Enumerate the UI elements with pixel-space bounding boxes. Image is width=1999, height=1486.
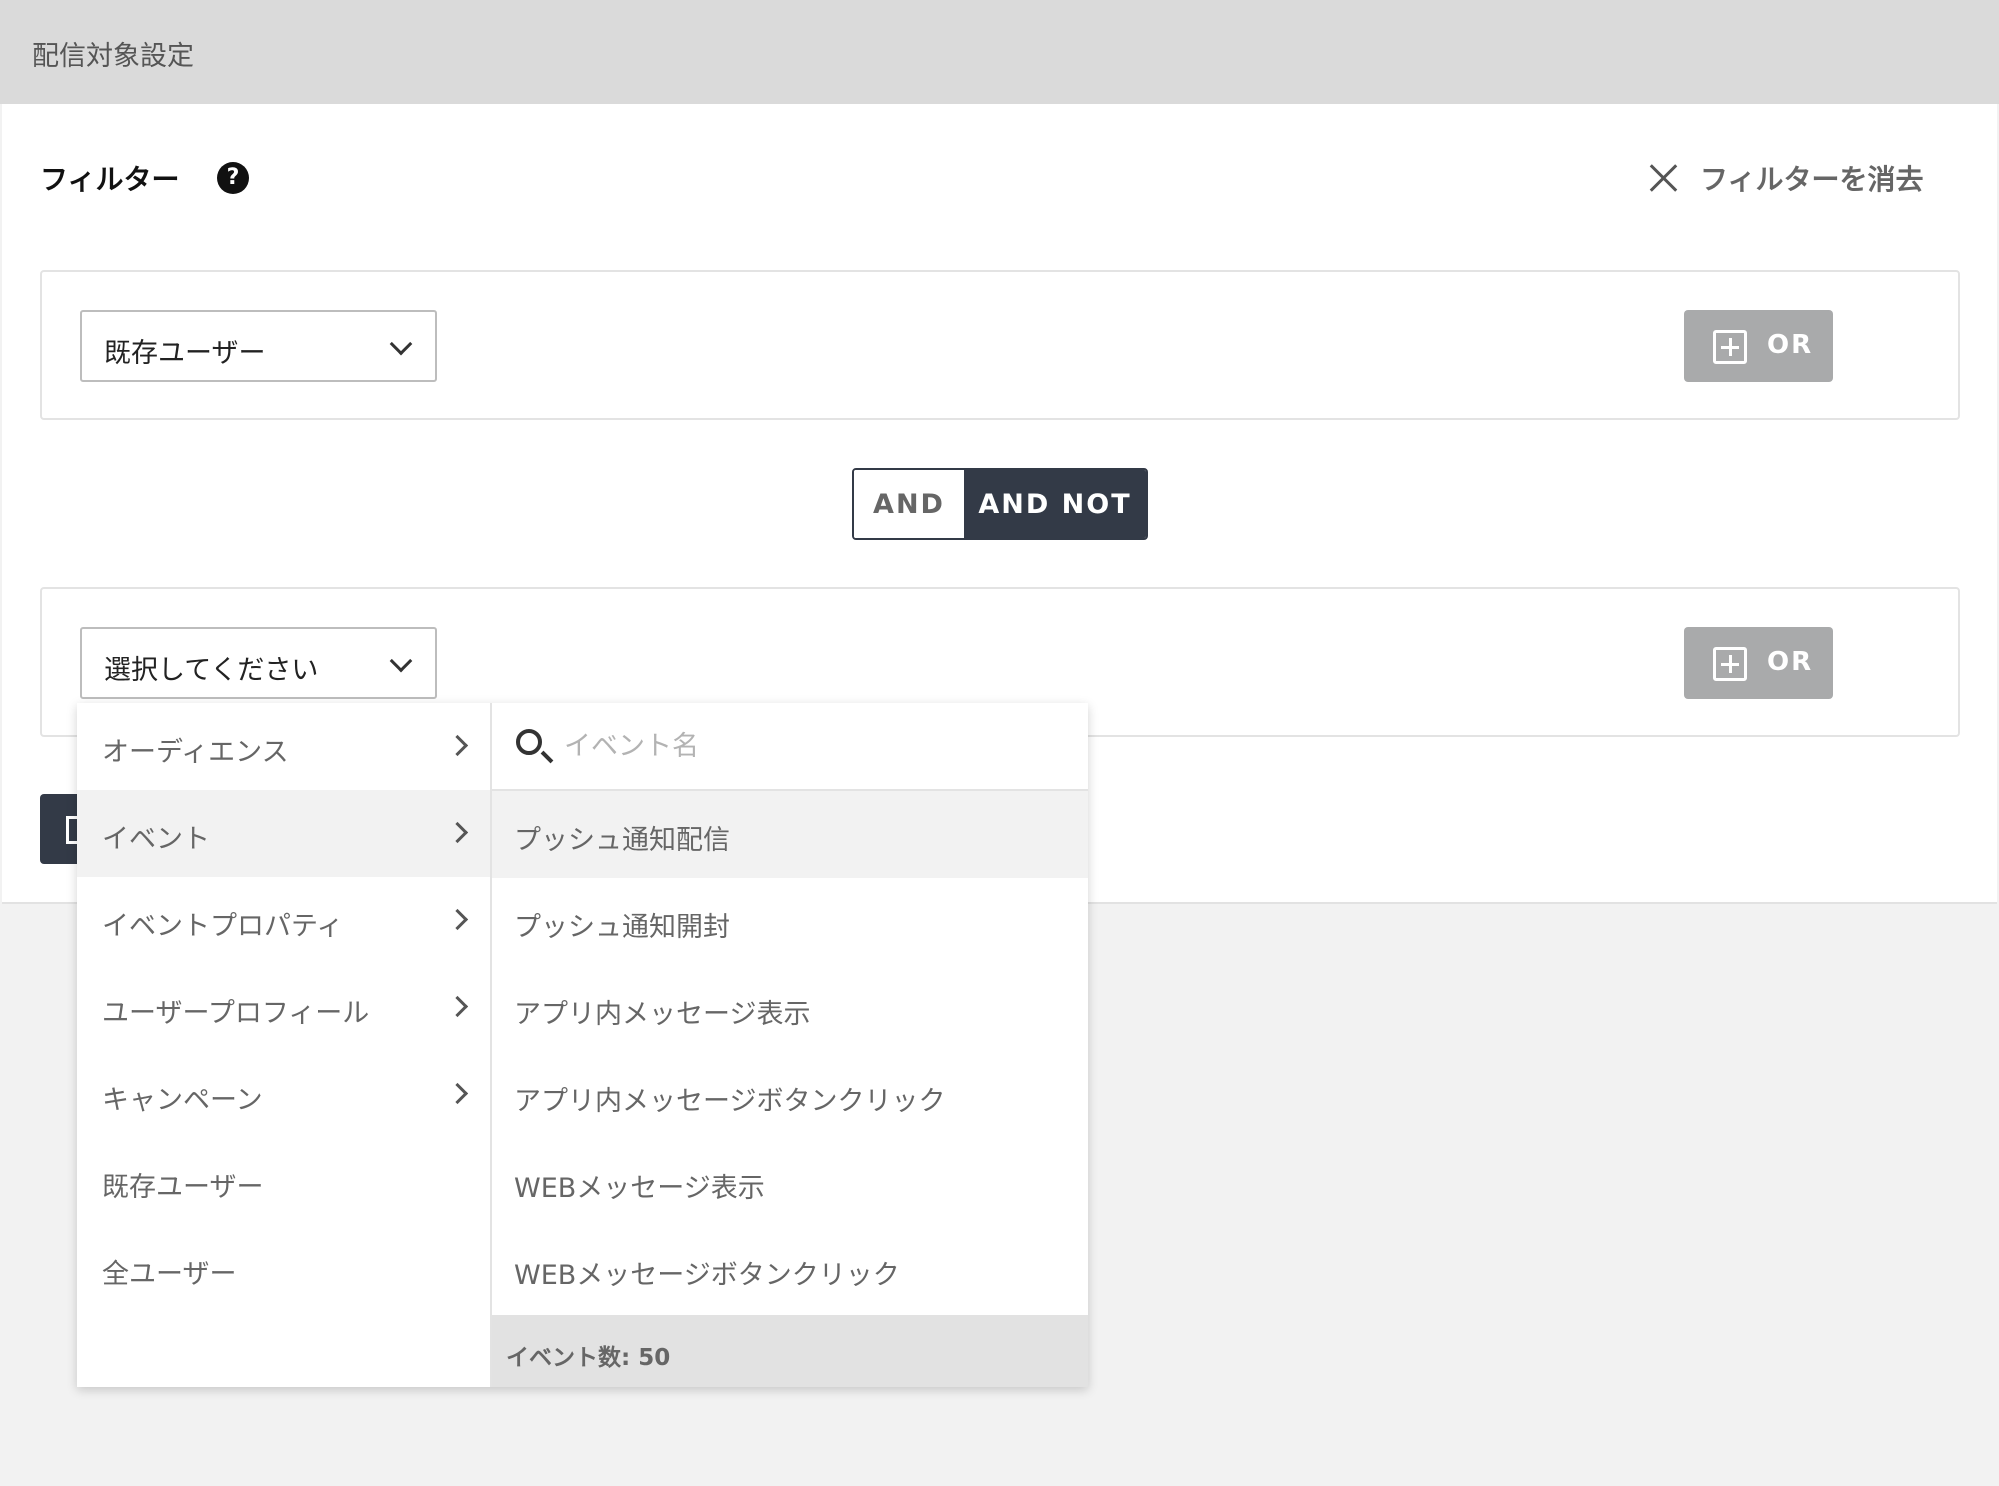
category-list: オーディエンス イベント イベントプロパティ ユーザープロフィール キャンペーン… <box>77 703 492 1387</box>
category-label: 全ユーザー <box>102 1259 237 1290</box>
event-label: アプリ内メッセージボタンクリック <box>514 1086 946 1117</box>
and-not-option[interactable]: AND NOT <box>964 470 1146 538</box>
filter-select-1[interactable]: 既存ユーザー <box>80 310 437 382</box>
chevron-down-icon <box>389 332 413 356</box>
event-item[interactable]: プッシュ通知開封 <box>492 878 1088 965</box>
category-label: イベントプロパティ <box>102 911 344 942</box>
category-item-event-property[interactable]: イベントプロパティ <box>77 877 490 964</box>
or-button-1[interactable]: OR <box>1684 310 1833 382</box>
select-value: 既存ユーザー <box>104 338 266 369</box>
chevron-down-icon <box>389 649 413 673</box>
plus-square-icon <box>1713 647 1747 681</box>
chevron-right-icon <box>446 995 469 1018</box>
chevron-right-icon <box>446 908 469 931</box>
category-label: キャンペーン <box>102 1085 263 1116</box>
section-title: 配信対象設定 <box>32 41 194 72</box>
filter-select-2[interactable]: 選択してください <box>80 627 437 699</box>
category-item-campaign[interactable]: キャンペーン <box>77 1051 490 1138</box>
filter-dropdown-menu: オーディエンス イベント イベントプロパティ ユーザープロフィール キャンペーン… <box>77 703 1088 1387</box>
clear-filter-button[interactable]: フィルターを消去 <box>1648 158 1923 198</box>
category-item-event[interactable]: イベント <box>77 790 490 877</box>
event-search-input[interactable] <box>564 723 1064 769</box>
category-label: オーディエンス <box>102 737 289 768</box>
filter-label: フィルター <box>40 163 180 196</box>
chevron-right-icon <box>446 821 469 844</box>
event-item[interactable]: WEBメッセージボタンクリック <box>492 1226 1088 1313</box>
chevron-right-icon <box>446 734 469 757</box>
or-label: OR <box>1767 647 1814 677</box>
select-value: 選択してください <box>104 655 319 686</box>
category-label: イベント <box>102 824 210 855</box>
event-count-footer: イベント数: 50 <box>492 1315 1088 1387</box>
event-label: プッシュ通知配信 <box>514 825 730 856</box>
event-label: WEBメッセージボタンクリック <box>514 1260 900 1291</box>
category-label: 既存ユーザー <box>102 1172 264 1203</box>
combinator-toggle: AND AND NOT <box>852 468 1148 540</box>
close-icon <box>1648 162 1680 194</box>
event-search <box>492 703 1088 791</box>
section-header: 配信対象設定 <box>0 0 1999 104</box>
event-list-panel: プッシュ通知配信 プッシュ通知開封 アプリ内メッセージ表示 アプリ内メッセージボ… <box>492 703 1088 1387</box>
event-label: プッシュ通知開封 <box>514 912 730 943</box>
category-label: ユーザープロフィール <box>102 998 370 1029</box>
event-count: イベント数: 50 <box>506 1345 671 1371</box>
filter-group-1: 既存ユーザー OR <box>40 270 1960 420</box>
and-option[interactable]: AND <box>854 470 964 538</box>
clear-filter-label: フィルターを消去 <box>1700 163 1924 196</box>
event-item[interactable]: WEBメッセージ表示 <box>492 1139 1088 1226</box>
chevron-right-icon <box>446 1082 469 1105</box>
or-label: OR <box>1767 330 1814 360</box>
plus-square-icon <box>1713 330 1747 364</box>
event-item[interactable]: アプリ内メッセージ表示 <box>492 965 1088 1052</box>
category-item-user-profile[interactable]: ユーザープロフィール <box>77 964 490 1051</box>
event-label: アプリ内メッセージ表示 <box>514 999 811 1030</box>
search-icon <box>516 729 542 755</box>
category-item-audience[interactable]: オーディエンス <box>77 703 490 790</box>
event-item[interactable]: アプリ内メッセージボタンクリック <box>492 1052 1088 1139</box>
category-item-existing-users[interactable]: 既存ユーザー <box>77 1138 490 1225</box>
event-label: WEBメッセージ表示 <box>514 1173 765 1204</box>
or-button-2[interactable]: OR <box>1684 627 1833 699</box>
category-item-all-users[interactable]: 全ユーザー <box>77 1225 490 1312</box>
help-icon[interactable]: ? <box>217 162 249 194</box>
event-item[interactable]: プッシュ通知配信 <box>492 791 1088 878</box>
